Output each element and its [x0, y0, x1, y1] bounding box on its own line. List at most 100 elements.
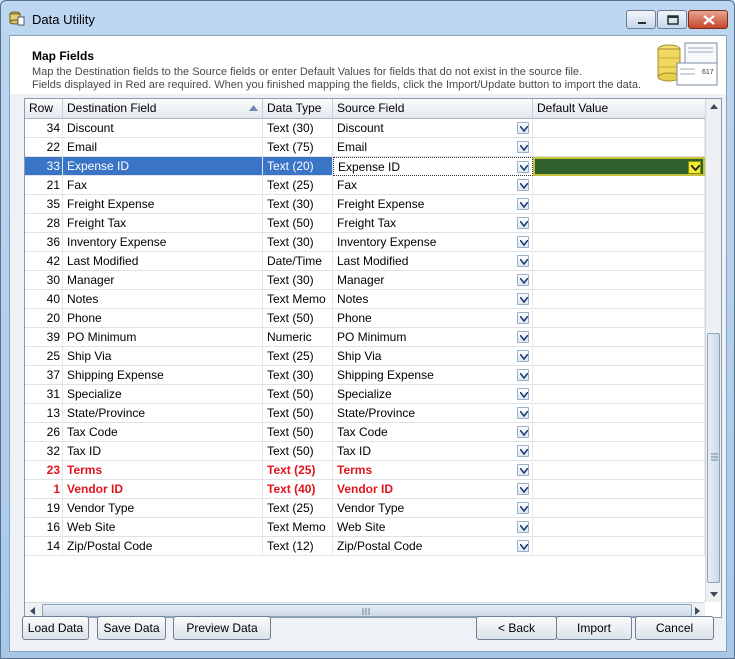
default-value-cell[interactable]	[533, 385, 705, 404]
table-row[interactable]: 28 Freight Tax Text (50) Freight Tax	[25, 214, 705, 233]
column-header-data-type[interactable]: Data Type	[263, 99, 333, 119]
source-field-dropdown[interactable]: Web Site	[333, 518, 533, 537]
vertical-scroll-thumb[interactable]	[707, 333, 720, 583]
vertical-scrollbar[interactable]	[705, 99, 721, 602]
default-value-cell[interactable]	[533, 404, 705, 423]
default-value-cell[interactable]	[533, 480, 705, 499]
source-field-dropdown-button[interactable]	[517, 464, 529, 476]
source-field-dropdown-button[interactable]	[517, 141, 529, 153]
source-field-dropdown[interactable]: Fax	[333, 176, 533, 195]
preview-data-button[interactable]: Preview Data	[173, 616, 271, 640]
table-row[interactable]: 20 Phone Text (50) Phone	[25, 309, 705, 328]
source-field-dropdown-button[interactable]	[517, 540, 529, 552]
source-field-dropdown[interactable]: Freight Tax	[333, 214, 533, 233]
source-field-dropdown[interactable]: Shipping Expense	[333, 366, 533, 385]
source-field-dropdown[interactable]: Zip/Postal Code	[333, 537, 533, 556]
default-value-cell[interactable]	[533, 442, 705, 461]
default-value-cell[interactable]	[533, 499, 705, 518]
source-field-dropdown-button[interactable]	[517, 369, 529, 381]
default-value-cell[interactable]	[533, 176, 705, 195]
source-field-dropdown[interactable]: Manager	[333, 271, 533, 290]
cancel-button[interactable]: Cancel	[635, 616, 714, 640]
source-field-dropdown[interactable]: Ship Via	[333, 347, 533, 366]
table-row[interactable]: 42 Last Modified Date/Time Last Modified	[25, 252, 705, 271]
back-button[interactable]: < Back	[476, 616, 557, 640]
source-field-dropdown-button[interactable]	[517, 331, 529, 343]
source-field-dropdown-button[interactable]	[517, 445, 529, 457]
column-header-row[interactable]: Row	[25, 99, 63, 119]
default-value-cell[interactable]	[533, 328, 705, 347]
default-value-cell[interactable]	[533, 271, 705, 290]
table-row[interactable]: 37 Shipping Expense Text (30) Shipping Expe…	[25, 366, 705, 385]
default-value-cell[interactable]	[533, 461, 705, 480]
source-field-dropdown[interactable]: Email	[333, 138, 533, 157]
maximize-button[interactable]	[657, 10, 687, 29]
column-header-default-value[interactable]: Default Value	[533, 99, 705, 119]
default-value-cell[interactable]	[533, 233, 705, 252]
table-row[interactable]: 39 PO Minimum Numeric PO Minimum	[25, 328, 705, 347]
source-field-dropdown[interactable]: Specialize	[333, 385, 533, 404]
table-row[interactable]: 13 State/Province Text (50) State/Province	[25, 404, 705, 423]
source-field-dropdown[interactable]: Discount	[333, 119, 533, 138]
table-row[interactable]: 34 Discount Text (30) Discount	[25, 119, 705, 138]
source-field-dropdown-button[interactable]	[517, 198, 529, 210]
source-field-dropdown[interactable]: Inventory Expense	[333, 233, 533, 252]
table-row[interactable]: 32 Tax ID Text (50) Tax ID	[25, 442, 705, 461]
source-field-dropdown-button[interactable]	[517, 293, 529, 305]
source-field-dropdown-button[interactable]	[517, 217, 529, 229]
table-row[interactable]: 30 Manager Text (30) Manager	[25, 271, 705, 290]
default-value-cell[interactable]	[533, 252, 705, 271]
save-data-button[interactable]: Save Data	[97, 616, 166, 640]
table-row[interactable]: 26 Tax Code Text (50) Tax Code	[25, 423, 705, 442]
source-field-dropdown-button[interactable]	[517, 236, 529, 248]
table-row[interactable]: 25 Ship Via Text (25) Ship Via	[25, 347, 705, 366]
default-value-cell[interactable]	[533, 366, 705, 385]
default-value-cell[interactable]	[533, 347, 705, 366]
source-field-dropdown-button[interactable]	[517, 426, 529, 438]
default-value-cell[interactable]	[533, 195, 705, 214]
source-field-dropdown-button[interactable]	[517, 521, 529, 533]
source-field-dropdown[interactable]: Vendor Type	[333, 499, 533, 518]
source-field-dropdown[interactable]: Tax ID	[333, 442, 533, 461]
source-field-dropdown[interactable]: Last Modified	[333, 252, 533, 271]
source-field-dropdown[interactable]: Terms	[333, 461, 533, 480]
source-field-dropdown-button[interactable]	[517, 161, 529, 173]
title-bar[interactable]: Data Utility	[1, 1, 734, 35]
table-row[interactable]: 40 Notes Text Memo Notes	[25, 290, 705, 309]
source-field-dropdown[interactable]: Tax Code	[333, 423, 533, 442]
default-value-dropdown-button[interactable]	[688, 161, 701, 174]
table-row[interactable]: 35 Freight Expense Text (30) Freight Expens…	[25, 195, 705, 214]
table-row[interactable]: 1 Vendor ID Text (40) Vendor ID	[25, 480, 705, 499]
table-row[interactable]: 33 Expense ID Text (20) Expense ID	[25, 157, 705, 176]
scroll-down-arrow-icon[interactable]	[706, 586, 722, 602]
source-field-dropdown[interactable]: Notes	[333, 290, 533, 309]
default-value-cell[interactable]	[533, 138, 705, 157]
close-button[interactable]	[688, 10, 728, 29]
import-button[interactable]: Import	[556, 616, 632, 640]
default-value-cell[interactable]	[533, 518, 705, 537]
default-value-cell[interactable]	[533, 290, 705, 309]
default-value-cell[interactable]	[533, 157, 705, 176]
scroll-up-arrow-icon[interactable]	[706, 99, 722, 115]
source-field-dropdown[interactable]: Freight Expense	[333, 195, 533, 214]
source-field-dropdown[interactable]: Vendor ID	[333, 480, 533, 499]
source-field-dropdown[interactable]: Phone	[333, 309, 533, 328]
minimize-button[interactable]	[626, 10, 656, 29]
source-field-dropdown-button[interactable]	[517, 312, 529, 324]
source-field-dropdown-button[interactable]	[517, 274, 529, 286]
table-row[interactable]: 36 Inventory Expense Text (30) Inventory Ex…	[25, 233, 705, 252]
default-value-cell[interactable]	[533, 309, 705, 328]
column-header-destination[interactable]: Destination Field	[63, 99, 263, 119]
source-field-dropdown[interactable]: PO Minimum	[333, 328, 533, 347]
source-field-dropdown-button[interactable]	[517, 179, 529, 191]
table-row[interactable]: 16 Web Site Text Memo Web Site	[25, 518, 705, 537]
default-value-cell[interactable]	[533, 423, 705, 442]
source-field-dropdown-button[interactable]	[517, 255, 529, 267]
source-field-dropdown[interactable]: Expense ID	[333, 157, 533, 176]
source-field-dropdown-button[interactable]	[517, 388, 529, 400]
load-data-button[interactable]: Load Data	[22, 616, 89, 640]
table-row[interactable]: 23 Terms Text (25) Terms	[25, 461, 705, 480]
table-row[interactable]: 31 Specialize Text (50) Specialize	[25, 385, 705, 404]
source-field-dropdown[interactable]: State/Province	[333, 404, 533, 423]
source-field-dropdown-button[interactable]	[517, 483, 529, 495]
